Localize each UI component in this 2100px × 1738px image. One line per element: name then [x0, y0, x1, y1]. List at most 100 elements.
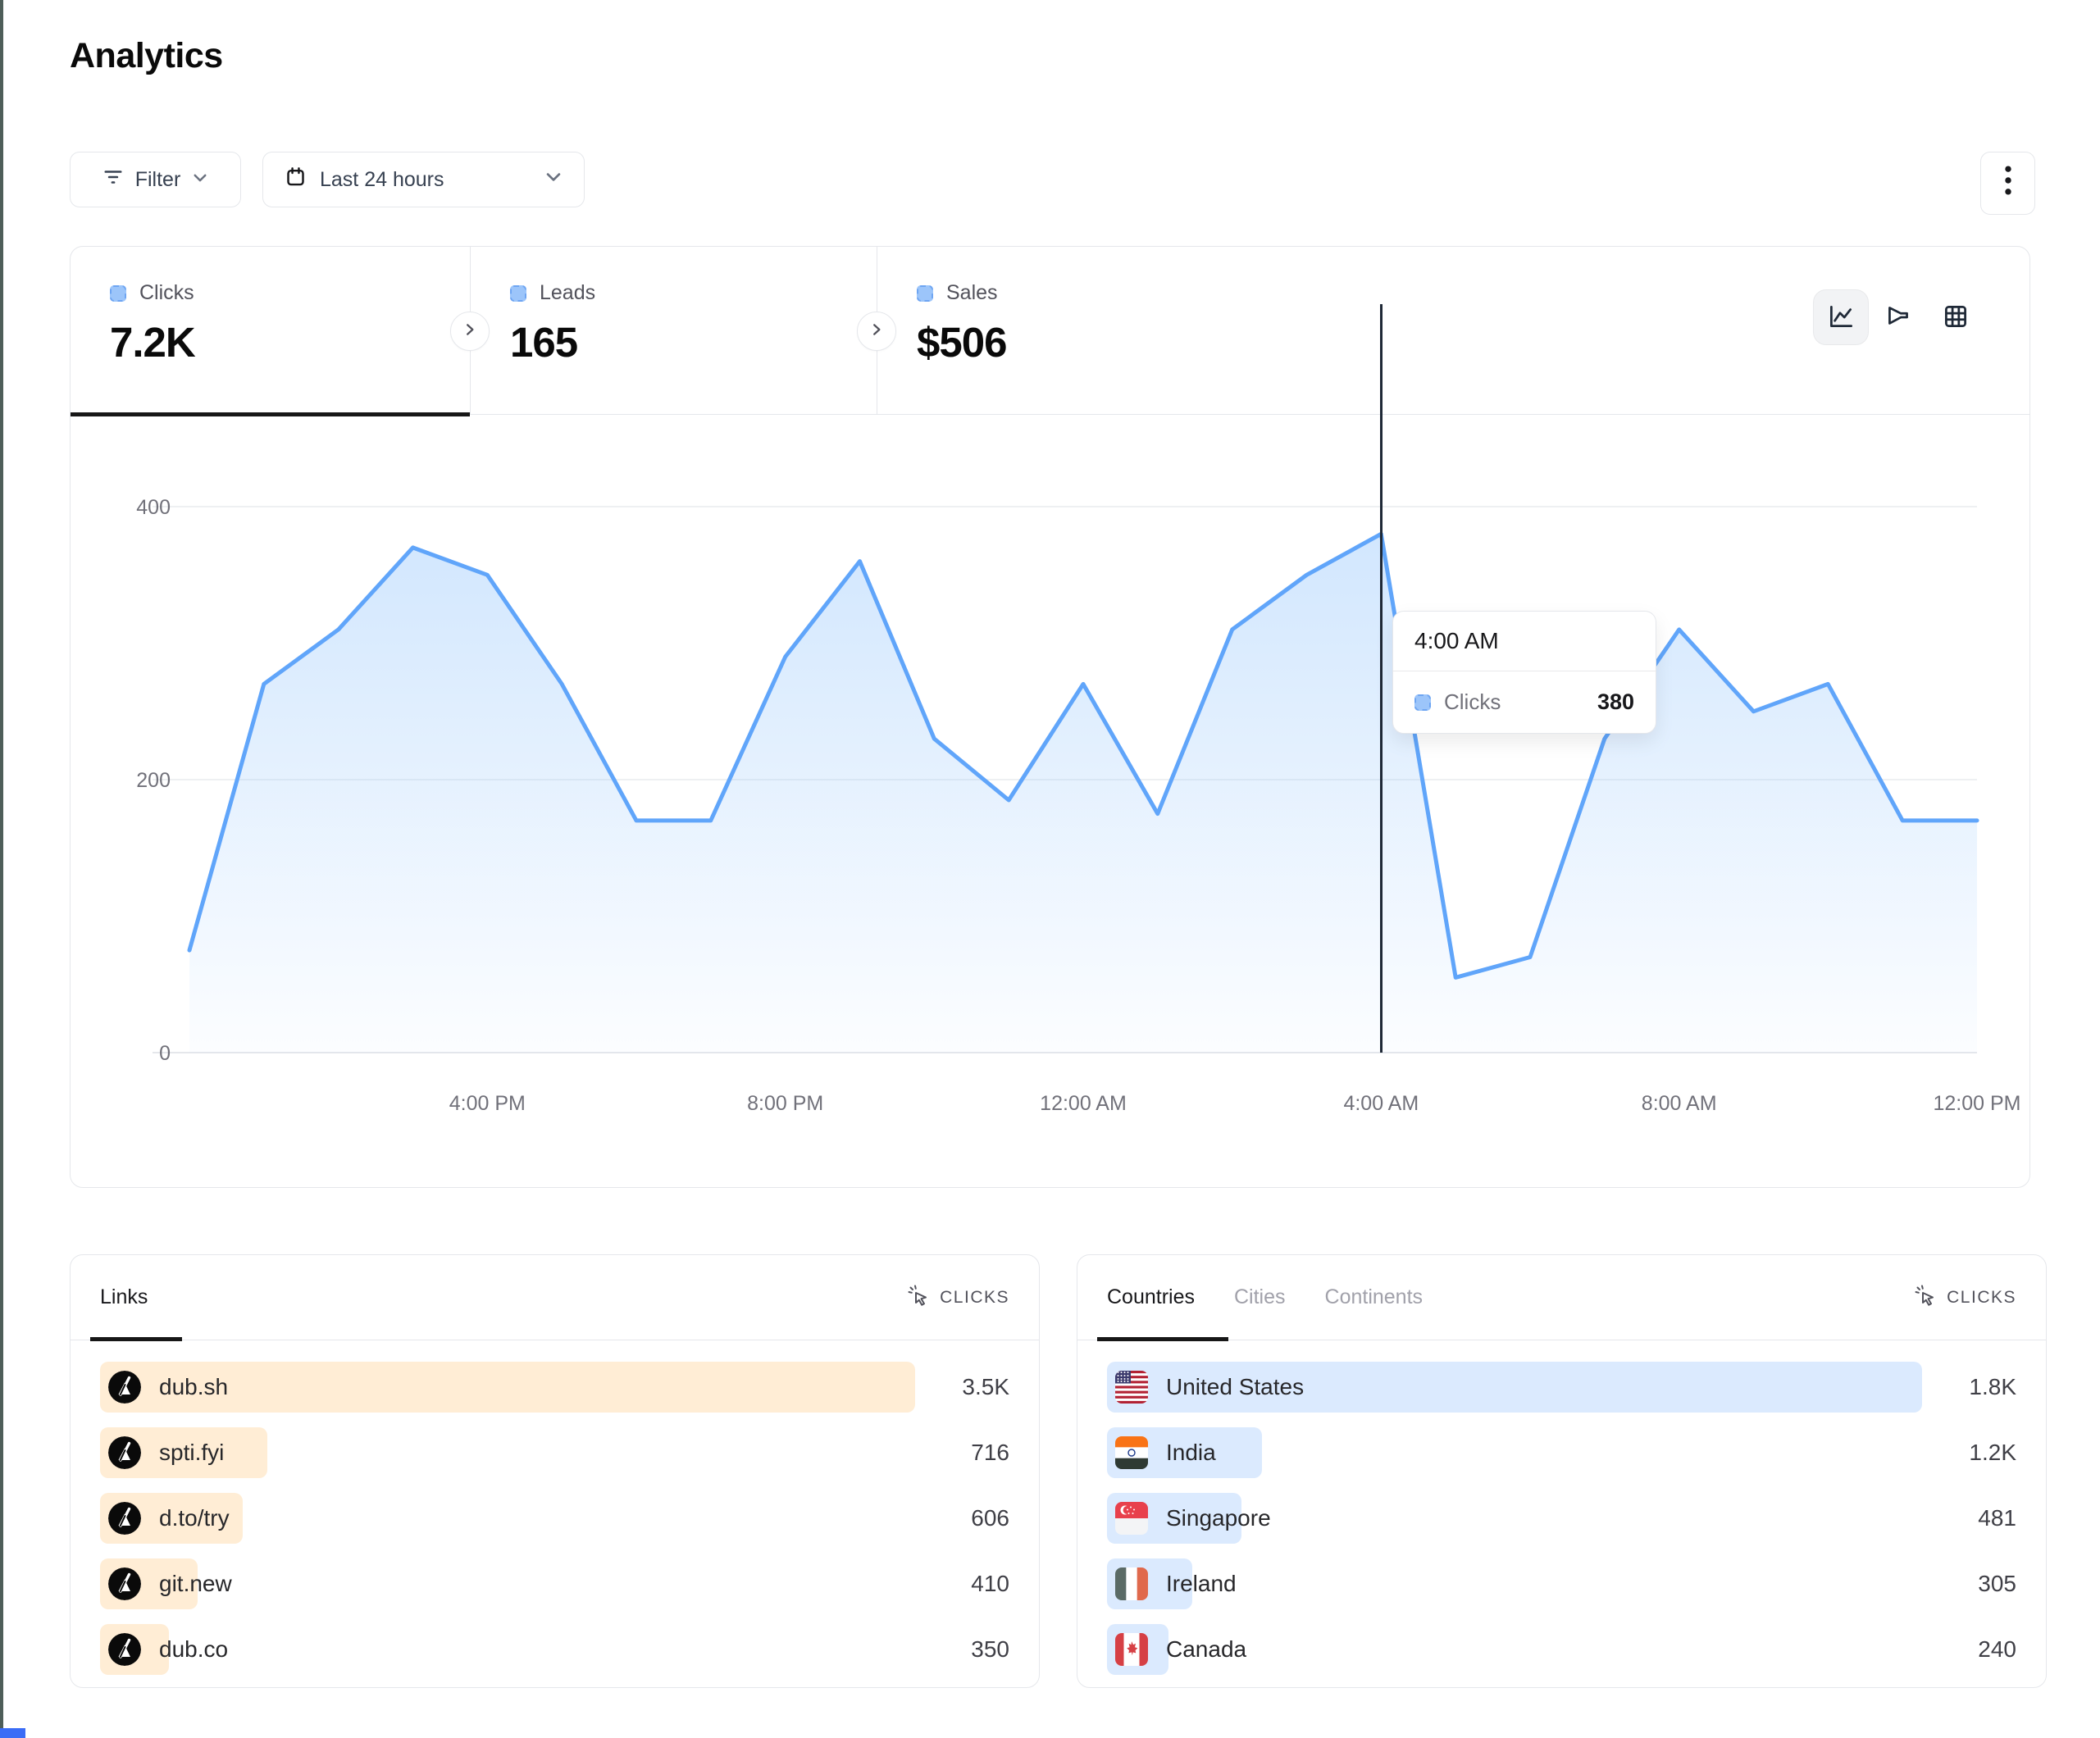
in-flag-icon: [1115, 1436, 1148, 1469]
svg-text:4:00 AM: 4:00 AM: [1343, 1092, 1419, 1115]
svg-text:8:00 PM: 8:00 PM: [747, 1092, 823, 1115]
tab-links[interactable]: Links: [100, 1285, 148, 1309]
calendar-icon: [285, 166, 307, 193]
countries-rows: United States 1.8K India 1.2K Singapore481…: [1077, 1340, 2046, 1675]
clicks-count: 350: [971, 1624, 1009, 1675]
expand-leads-button[interactable]: [450, 312, 490, 351]
leads-tab-label: Leads: [540, 281, 595, 305]
chart-crosshair: [1380, 304, 1383, 1053]
link-label: spti.fyi: [159, 1440, 224, 1466]
link-label: git.new: [159, 1571, 232, 1597]
link-row[interactable]: d.to/try 606: [100, 1493, 1009, 1544]
country-label: Singapore: [1166, 1505, 1271, 1531]
more-menu-button[interactable]: [1980, 152, 2035, 215]
tooltip-time: 4:00 AM: [1393, 612, 1656, 671]
clicks-count: 1.2K: [1969, 1427, 2016, 1478]
clicks-tab-value: 7.2K: [110, 318, 470, 366]
clicks-count: 305: [1978, 1558, 2016, 1609]
links-rows: dub.sh 3.5K spti.fyi 716 d.to/try 606 git.n…: [71, 1340, 1039, 1675]
expand-sales-button[interactable]: [857, 312, 896, 351]
active-tab-underline: [71, 412, 470, 416]
link-row[interactable]: dub.sh 3.5K: [100, 1362, 1009, 1413]
link-row[interactable]: git.new 410: [100, 1558, 1009, 1609]
link-favicon: [108, 1633, 141, 1666]
svg-text:4:00 PM: 4:00 PM: [449, 1092, 526, 1115]
page-title: Analytics: [70, 36, 223, 76]
country-label: India: [1166, 1440, 1216, 1466]
analytics-card: Clicks 7.2K Leads 165 Sales $506: [70, 246, 2030, 1188]
link-label: dub.co: [159, 1636, 228, 1663]
filter-button[interactable]: Filter: [70, 152, 241, 207]
sales-tab-label: Sales: [946, 281, 998, 305]
country-row[interactable]: Singapore481: [1107, 1493, 2016, 1544]
line-chart-icon: [1825, 301, 1856, 334]
country-row[interactable]: United States 1.8K: [1107, 1362, 2016, 1413]
cursor-click-icon: [1914, 1284, 1937, 1312]
links-panel-header: Links CLICKS: [71, 1255, 1039, 1340]
countries-sort-by-clicks[interactable]: CLICKS: [1914, 1284, 2016, 1312]
filter-icon: [102, 166, 124, 193]
country-row[interactable]: Ireland 305: [1107, 1558, 2016, 1609]
tooltip-value: 380: [1597, 689, 1634, 715]
country-label: Canada: [1166, 1636, 1246, 1663]
link-label: d.to/try: [159, 1505, 230, 1531]
link-row[interactable]: dub.co 350: [100, 1624, 1009, 1675]
tooltip-legend-square: [1414, 694, 1431, 711]
clicks-area-chart[interactable]: 02004004:00 PM8:00 PM12:00 AM4:00 AM8:00…: [71, 415, 2031, 1189]
country-label: Ireland: [1166, 1571, 1237, 1597]
date-range-label: Last 24 hours: [320, 168, 444, 192]
countries-panel: Countries Cities Continents CLICKS Unite…: [1077, 1254, 2047, 1688]
links-sort-by-clicks[interactable]: CLICKS: [907, 1284, 1009, 1312]
country-row[interactable]: Canada240: [1107, 1624, 2016, 1675]
links-panel: Links CLICKS dub.sh 3.5K spti.fyi 716: [70, 1254, 1040, 1688]
sg-flag-icon: [1115, 1502, 1148, 1535]
cursor-click-icon: [907, 1284, 930, 1312]
clicks-count: 410: [971, 1558, 1009, 1609]
link-row[interactable]: spti.fyi 716: [100, 1427, 1009, 1478]
clicks-chart-area[interactable]: 02004004:00 PM8:00 PM12:00 AM4:00 AM8:00…: [71, 415, 2031, 1189]
chart-tooltip: 4:00 AM Clicks 380: [1392, 611, 1656, 734]
clicks-count: 1.8K: [1969, 1362, 2016, 1413]
country-label: United States: [1166, 1374, 1304, 1400]
chevron-right-icon: [462, 322, 477, 341]
tab-clicks[interactable]: Clicks 7.2K: [71, 247, 470, 415]
table-grid-toggle-button[interactable]: [1928, 289, 1984, 345]
kebab-vertical-icon: [1998, 164, 2019, 202]
sales-tab-value: $506: [917, 318, 1360, 366]
countries-panel-header: Countries Cities Continents CLICKS: [1077, 1255, 2046, 1340]
window-corner-accent: [0, 1728, 25, 1738]
date-range-button[interactable]: Last 24 hours: [262, 152, 585, 207]
link-favicon: [108, 1436, 141, 1469]
links-tab-underline: [90, 1337, 182, 1341]
ie-flag-icon: [1115, 1567, 1148, 1600]
table-grid-icon: [1940, 301, 1971, 334]
link-favicon: [108, 1371, 141, 1404]
svg-text:200: 200: [136, 769, 171, 792]
line-chart-toggle-button[interactable]: [1813, 289, 1869, 345]
clicks-legend-square: [110, 285, 126, 302]
leads-tab-value: 165: [510, 318, 877, 366]
links-metric-label: CLICKS: [940, 1288, 1009, 1308]
tab-sales[interactable]: Sales $506: [877, 247, 1360, 415]
clicks-count: 3.5K: [962, 1362, 1009, 1413]
svg-text:400: 400: [136, 496, 171, 519]
tab-leads[interactable]: Leads 165: [470, 247, 877, 415]
chevron-down-icon: [192, 168, 208, 192]
clicks-count: 716: [971, 1427, 1009, 1478]
tab-countries[interactable]: Countries: [1107, 1285, 1195, 1309]
clicks-tab-label: Clicks: [139, 281, 194, 305]
tab-continents[interactable]: Continents: [1325, 1285, 1424, 1309]
ca-flag-icon: [1115, 1633, 1148, 1666]
sales-legend-square: [917, 285, 933, 302]
leads-legend-square: [510, 285, 526, 302]
stats-header: Clicks 7.2K Leads 165 Sales $506: [71, 247, 2029, 415]
link-favicon: [108, 1502, 141, 1535]
svg-text:12:00 PM: 12:00 PM: [1933, 1092, 2020, 1115]
link-label: dub.sh: [159, 1374, 228, 1400]
tab-cities[interactable]: Cities: [1234, 1285, 1286, 1309]
countries-tab-underline: [1097, 1337, 1228, 1341]
country-row[interactable]: India 1.2K: [1107, 1427, 2016, 1478]
window-edge-stripe: [0, 0, 3, 1738]
funnel-chart-toggle-button[interactable]: [1870, 289, 1926, 345]
clicks-count: 606: [971, 1493, 1009, 1544]
